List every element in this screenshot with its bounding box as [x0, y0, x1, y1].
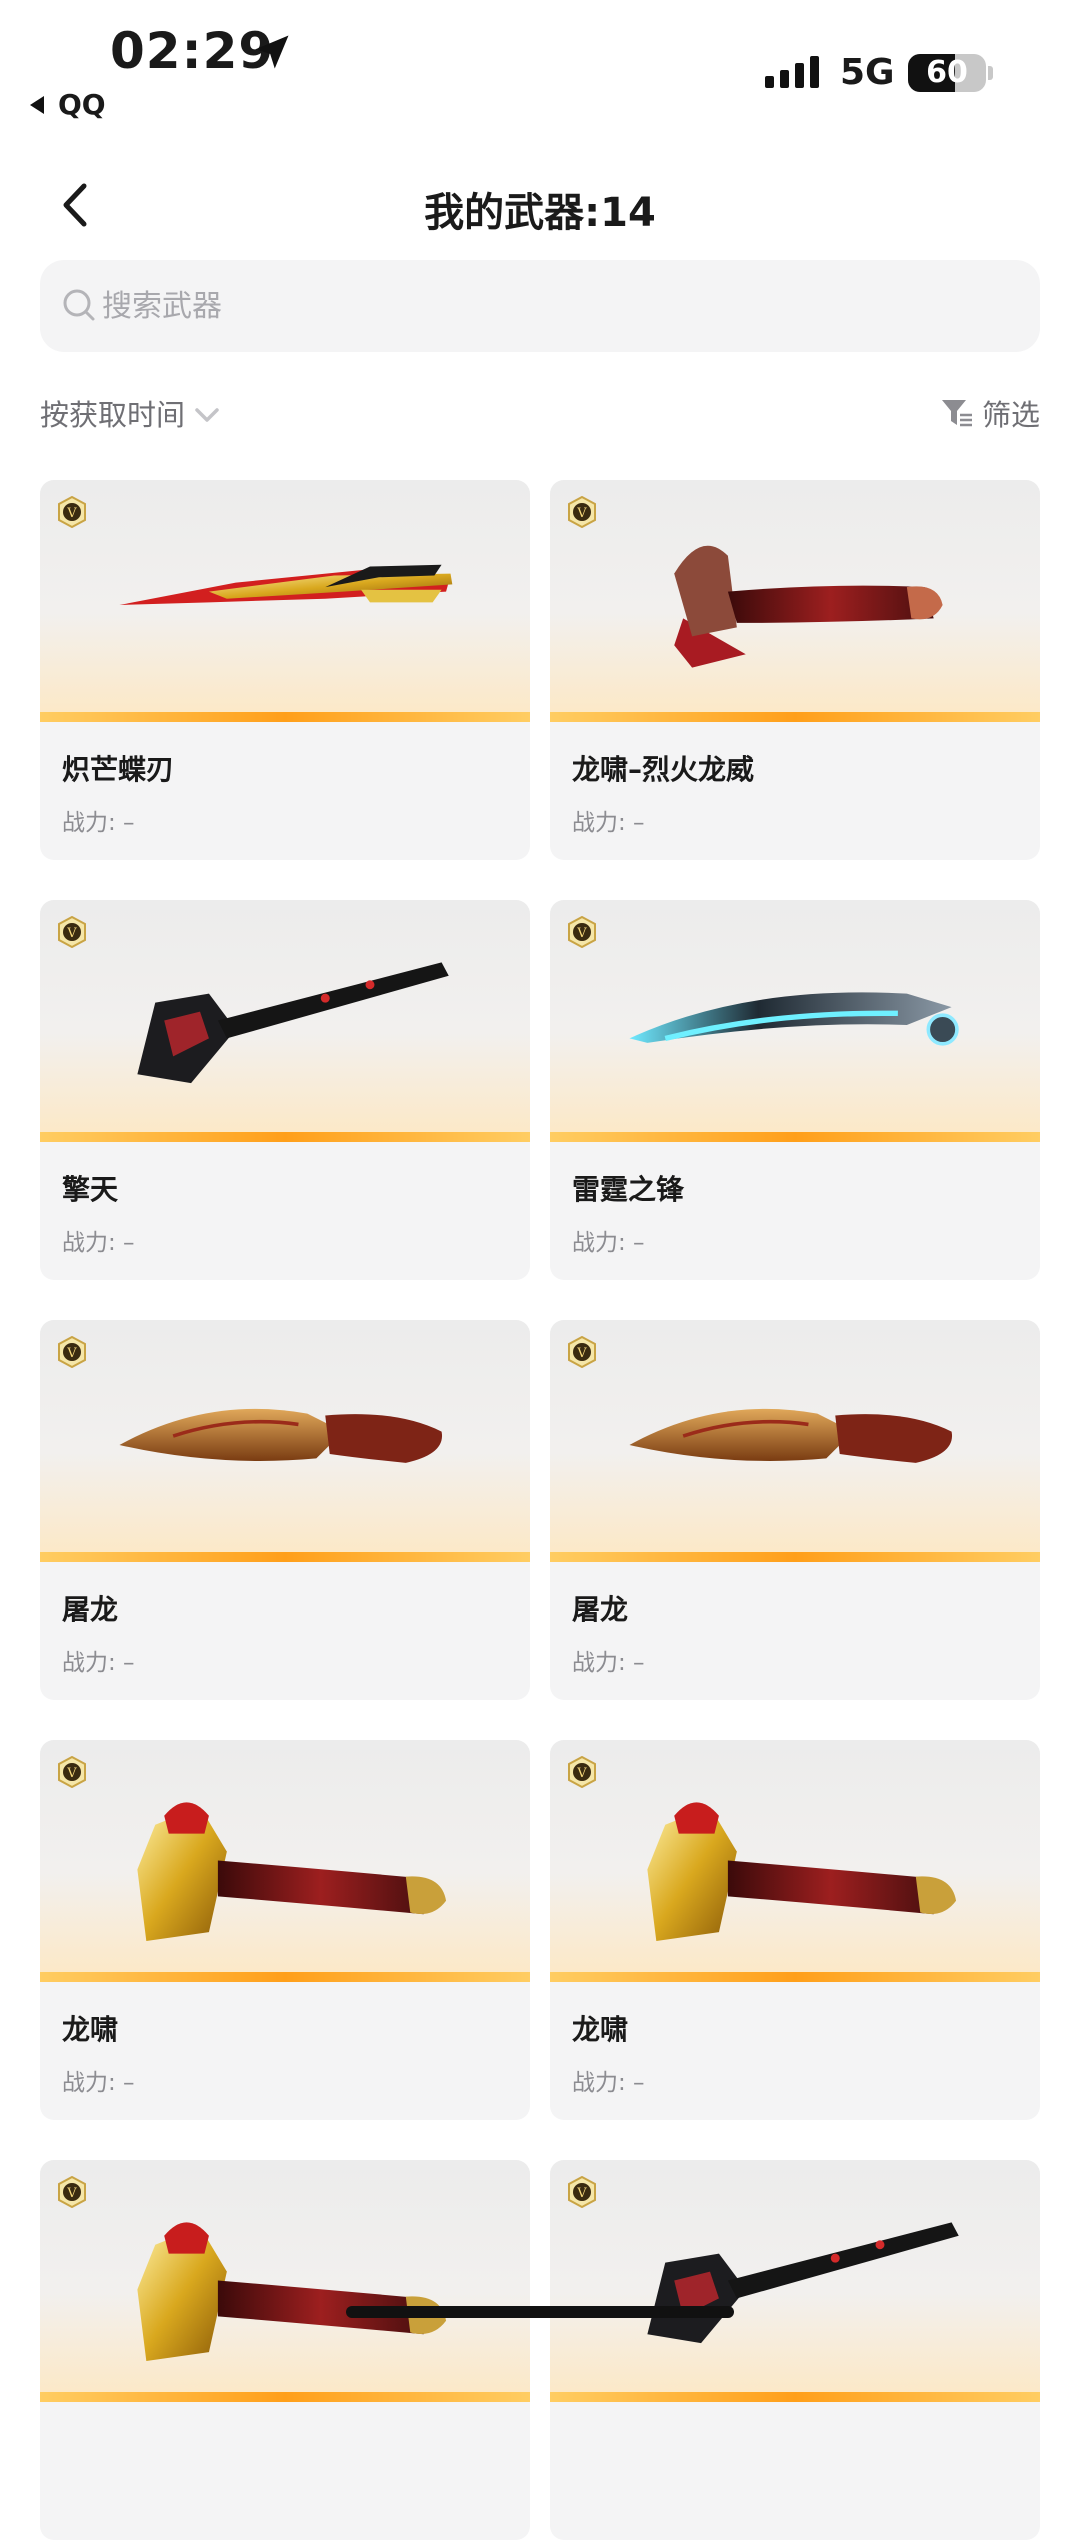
- svg-text:V: V: [576, 1346, 587, 1361]
- dragon-axe-gold-icon: [137, 2222, 447, 2362]
- dragon-axe-red-icon: [674, 545, 943, 668]
- weapon-art: V: [40, 1320, 530, 1562]
- status-bar: 02:29 QQ 5G 60: [0, 0, 1080, 130]
- butterfly-knife-icon: [119, 564, 453, 605]
- back-triangle-icon: [30, 95, 44, 114]
- svg-text:V: V: [576, 1766, 587, 1781]
- weapon-card[interactable]: V 屠龙战力: –: [40, 1320, 530, 1700]
- svg-text:V: V: [66, 2186, 77, 2201]
- weapon-power: 战力: –: [62, 2070, 135, 2096]
- weapon-art: V: [550, 1320, 1040, 1562]
- weapon-power: 战力: –: [572, 2070, 645, 2096]
- filter-button[interactable]: 筛选: [940, 392, 1040, 434]
- weapon-card[interactable]: V 龙啸战力: –: [550, 1740, 1040, 2120]
- home-indicator[interactable]: [346, 2306, 734, 2318]
- weapon-power: 战力: –: [572, 810, 645, 836]
- weapon-card[interactable]: V 龙啸战力: –: [40, 1740, 530, 2120]
- back-app-label: QQ: [58, 88, 106, 121]
- search-icon: [63, 289, 95, 321]
- location-arrow-icon: [255, 35, 289, 69]
- svg-text:V: V: [576, 2186, 587, 2201]
- weapon-grid: V 炽芒蝶刃 战力: – V 龙啸–烈火龙威 战力: – V 擎天 战力: – V 雷霆之锋 战力: …: [40, 480, 1040, 2540]
- weapon-name: 擎天: [62, 1173, 119, 1206]
- weapon-card[interactable]: V: [40, 2160, 530, 2540]
- svg-text:V: V: [66, 926, 77, 941]
- battery-tip: [988, 66, 993, 80]
- svg-text:V: V: [66, 1766, 77, 1781]
- weapon-card[interactable]: V 雷霆之锋战力: –: [550, 900, 1040, 1280]
- filter-icon: [941, 400, 972, 427]
- weapon-card[interactable]: V 炽芒蝶刃战力: –: [40, 480, 530, 860]
- sort-dropdown[interactable]: 按获取时间: [40, 392, 221, 434]
- weapon-art: V: [40, 480, 530, 722]
- page-title: 我的武器:14: [424, 190, 656, 236]
- weapon-card[interactable]: V 屠龙战力: –: [550, 1320, 1040, 1700]
- weapon-name: 龙啸–烈火龙威: [572, 753, 755, 786]
- shovel-icon: [137, 962, 449, 1084]
- search-bar[interactable]: [40, 260, 1040, 352]
- weapon-power: 战力: –: [62, 1650, 135, 1676]
- weapon-power: 战力: –: [572, 1650, 645, 1676]
- sort-label: 按获取时间: [40, 398, 186, 432]
- svg-text:V: V: [576, 506, 587, 521]
- weapon-art: V: [550, 1740, 1040, 1982]
- weapon-name: 龙啸: [572, 2013, 629, 2046]
- dragon-axe-gold-icon: [137, 1802, 447, 1942]
- svg-text:V: V: [66, 506, 77, 521]
- svg-text:V: V: [576, 926, 587, 941]
- weapon-art: V: [40, 900, 530, 1142]
- weapon-art: V: [550, 900, 1040, 1142]
- filter-label: 筛选: [981, 398, 1040, 432]
- weapon-card[interactable]: V 龙啸–烈火龙威战力: –: [550, 480, 1040, 860]
- weapon-power: 战力: –: [572, 1230, 645, 1256]
- chevron-down-icon: [195, 408, 219, 422]
- dragon-axe-gold-icon: [647, 1802, 957, 1942]
- search-input[interactable]: [102, 260, 1002, 352]
- kukri-icon: [629, 1408, 953, 1463]
- battery-icon: 60: [908, 54, 986, 92]
- weapon-power: 战力: –: [62, 810, 135, 836]
- curved-blade-icon: [629, 992, 959, 1046]
- shovel-icon: [647, 2222, 959, 2344]
- back-to-app-link[interactable]: QQ: [30, 88, 106, 121]
- kukri-icon: [119, 1408, 443, 1463]
- nav-bar: 我的武器:14: [0, 160, 1080, 250]
- weapon-name: 雷霆之锋: [572, 1173, 685, 1206]
- weapon-art: V: [40, 1740, 530, 1982]
- weapon-power: 战力: –: [62, 1230, 135, 1256]
- cellular-signal-icon: [765, 56, 819, 88]
- weapon-card[interactable]: V 擎天战力: –: [40, 900, 530, 1280]
- weapon-art: V: [40, 2160, 530, 2402]
- weapon-name: 屠龙: [62, 1593, 119, 1626]
- weapon-art: V: [550, 480, 1040, 722]
- network-type: 5G: [840, 52, 895, 93]
- weapon-name: 龙啸: [62, 2013, 119, 2046]
- svg-text:V: V: [66, 1346, 77, 1361]
- battery-level: 60: [926, 55, 968, 90]
- weapon-art: V: [550, 2160, 1040, 2402]
- weapon-card[interactable]: V: [550, 2160, 1040, 2540]
- weapon-name: 屠龙: [572, 1593, 629, 1626]
- weapon-name: 炽芒蝶刃: [62, 753, 175, 786]
